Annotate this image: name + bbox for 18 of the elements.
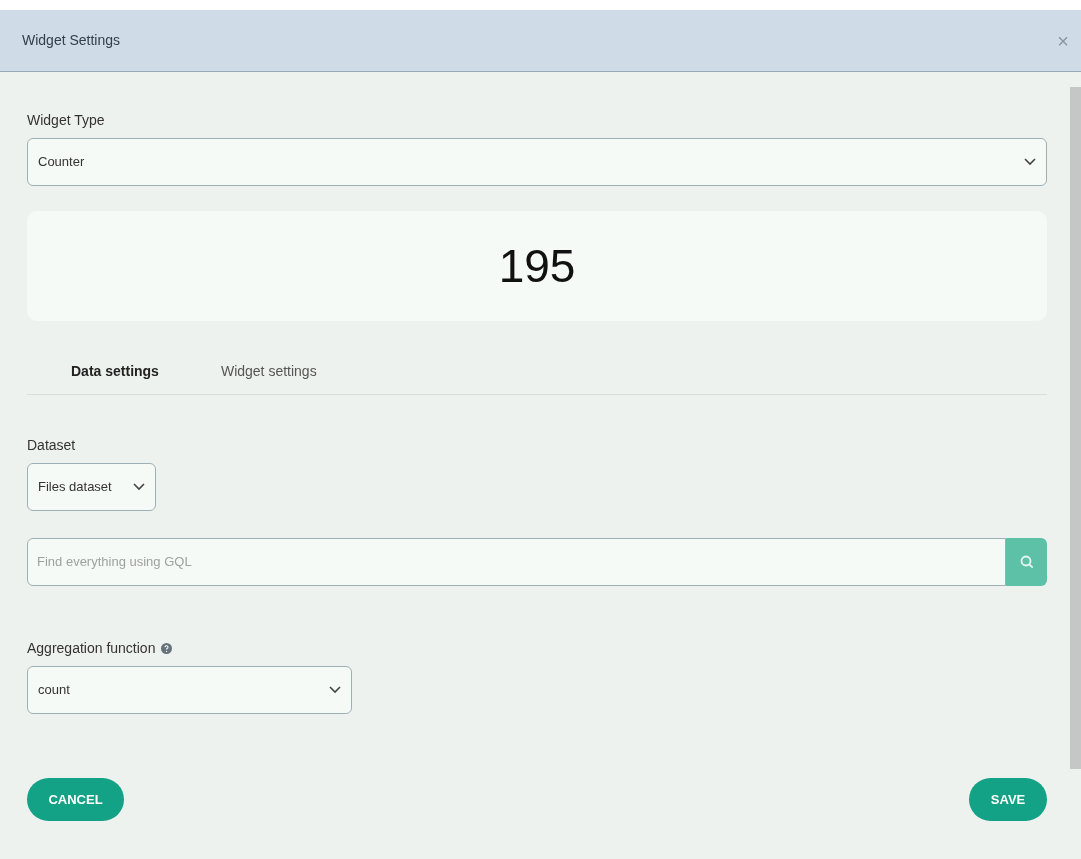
dataset-select[interactable]: Files dataset [27,463,156,511]
help-icon[interactable] [161,642,173,654]
field-label: Dataset [27,436,77,455]
field-label: Aggregation function [27,639,156,658]
search-button[interactable] [1006,538,1047,586]
scrollbar-thumb[interactable] [1070,87,1081,769]
chevron-down-icon [1024,158,1036,166]
search-icon [1019,555,1034,569]
chevron-down-icon [133,483,145,491]
widget-type-select[interactable]: Counter [27,138,1047,186]
tab[interactable]: Data settings [71,361,159,382]
field-label: Widget Type [27,111,106,130]
chevron-down-icon [329,686,341,694]
aggregation-select[interactable]: count [27,666,352,714]
counter-value: 195 [498,238,576,294]
tab[interactable]: Widget settings [220,361,317,382]
search-field[interactable]: Find everything using GQL [27,538,1006,586]
dialog-title: Widget Settings [22,31,121,50]
